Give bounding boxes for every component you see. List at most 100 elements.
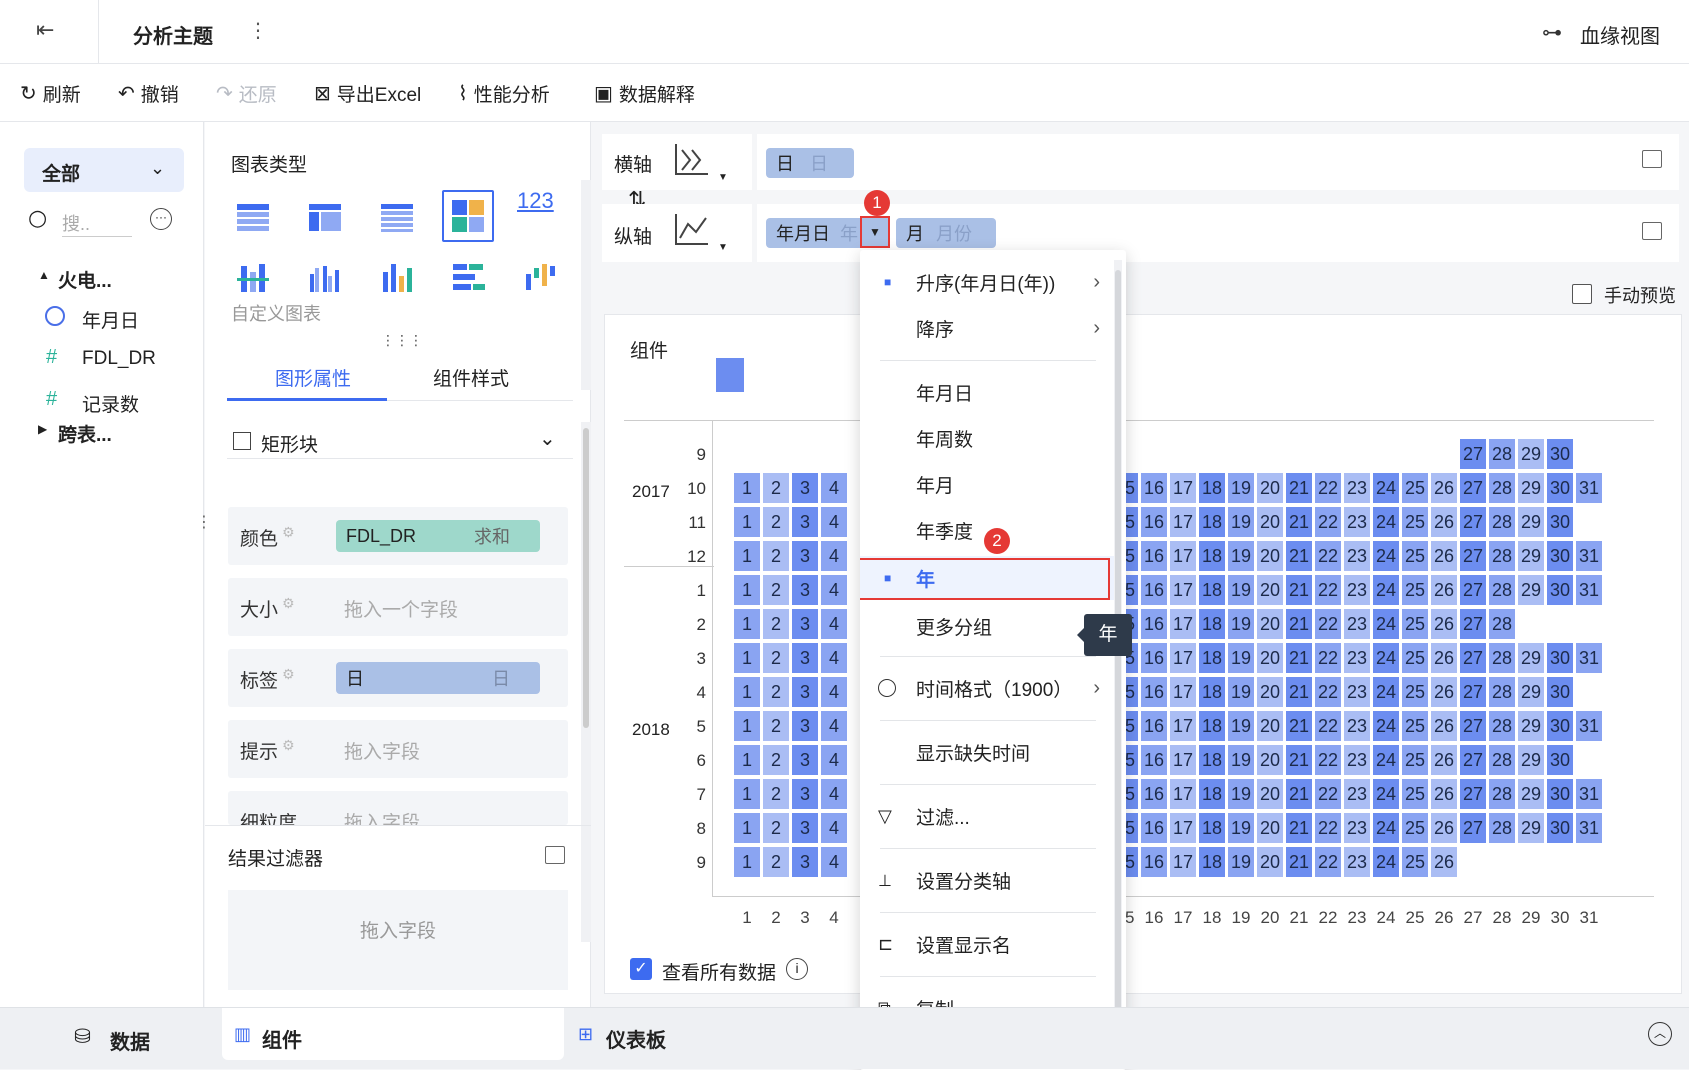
bar-chart-icon[interactable] (377, 258, 417, 298)
heatmap-cell[interactable]: 28 (1488, 778, 1516, 810)
heatmap-cell[interactable]: 20 (1256, 676, 1284, 708)
label-field-pill[interactable]: 日日 (336, 662, 540, 694)
heatmap-cell[interactable]: 16 (1140, 472, 1168, 504)
heatmap-cell[interactable]: 20 (1256, 710, 1284, 742)
heatmap-cell[interactable]: 24 (1372, 608, 1400, 640)
heatmap-cell[interactable]: 20 (1256, 540, 1284, 572)
scrollbar[interactable] (581, 422, 591, 942)
heatmap-cell[interactable]: 16 (1140, 846, 1168, 878)
heatmap-cell[interactable]: 18 (1198, 846, 1226, 878)
heatmap-cell[interactable]: 16 (1140, 506, 1168, 538)
heatmap-cell[interactable]: 20 (1256, 608, 1284, 640)
heatmap-cell[interactable]: 30 (1546, 438, 1574, 470)
heatmap-cell[interactable]: 25 (1401, 846, 1429, 878)
heatmap-cell[interactable]: 21 (1285, 540, 1313, 572)
heatmap-cell[interactable]: 30 (1546, 676, 1574, 708)
heatmap-cell[interactable]: 29 (1517, 506, 1545, 538)
heatmap-cell[interactable]: 2 (762, 540, 790, 572)
heatmap-cell[interactable]: 24 (1372, 676, 1400, 708)
heatmap-cell[interactable]: 27 (1459, 744, 1487, 776)
redo-button[interactable]: ↷ 还原 (216, 78, 277, 108)
heatmap-cell[interactable]: 27 (1459, 438, 1487, 470)
heatmap-cell[interactable]: 29 (1517, 676, 1545, 708)
heatmap-cell[interactable]: 27 (1459, 710, 1487, 742)
heatmap-cell[interactable]: 3 (791, 642, 819, 674)
gear-icon[interactable]: ⚙ (282, 738, 295, 754)
heatmap-cell[interactable]: 24 (1372, 744, 1400, 776)
heatmap-cell[interactable]: 25 (1401, 676, 1429, 708)
heatmap-cell[interactable]: 29 (1517, 744, 1545, 776)
scrollbar[interactable] (581, 180, 591, 390)
heatmap-cell[interactable]: 24 (1372, 506, 1400, 538)
heatmap-cell[interactable]: 21 (1285, 506, 1313, 538)
heatmap-cell[interactable]: 2 (762, 744, 790, 776)
heatmap-cell[interactable]: 2 (762, 472, 790, 504)
heatmap-cell[interactable]: 26 (1430, 676, 1458, 708)
heatmap-cell[interactable]: 19 (1227, 642, 1255, 674)
heatmap-cell[interactable]: 3 (791, 846, 819, 878)
cross-table-icon[interactable] (305, 198, 345, 238)
heatmap-cell[interactable]: 17 (1169, 710, 1197, 742)
heatmap-cell[interactable]: 16 (1140, 744, 1168, 776)
heatmap-cell[interactable]: 28 (1488, 710, 1516, 742)
filter-settings-icon[interactable] (545, 846, 565, 864)
explain-button[interactable]: ▣ 数据解释 (594, 78, 695, 108)
heatmap-cell[interactable]: 30 (1546, 574, 1574, 606)
menu-filter[interactable]: ▽ 过滤... (860, 794, 1114, 838)
tab-dashboard[interactable]: 仪表板 (606, 1024, 666, 1053)
heatmap-cell[interactable]: 26 (1430, 642, 1458, 674)
heatmap-cell[interactable]: 29 (1517, 540, 1545, 572)
heatmap-cell[interactable]: 3 (791, 472, 819, 504)
heatmap-cell[interactable]: 23 (1343, 744, 1371, 776)
heatmap-cell[interactable]: 25 (1401, 506, 1429, 538)
heatmap-cell[interactable]: 22 (1314, 778, 1342, 810)
menu-more-grouping[interactable]: 更多分组 (860, 604, 1114, 648)
heatmap-cell[interactable]: 16 (1140, 540, 1168, 572)
heatmap-cell[interactable]: 22 (1314, 574, 1342, 606)
heatmap-cell[interactable]: 21 (1285, 676, 1313, 708)
collapse-up-icon[interactable]: ︿ (1648, 1022, 1672, 1046)
heatmap-cell[interactable]: 20 (1256, 642, 1284, 674)
heatmap-cell[interactable]: 25 (1401, 710, 1429, 742)
heatmap-chart-icon[interactable] (448, 196, 488, 236)
result-filter-drop-zone[interactable]: 拖入字段 (228, 890, 568, 990)
heatmap-cell[interactable]: 31 (1575, 778, 1603, 810)
heatmap-cell[interactable]: 1 (733, 608, 761, 640)
heatmap-cell[interactable]: 23 (1343, 608, 1371, 640)
search-input[interactable]: 搜.. (62, 210, 132, 237)
view-all-checkbox[interactable]: ✓ (630, 958, 652, 980)
pill-dropdown-button[interactable]: ▼ (860, 216, 890, 248)
heatmap-cell[interactable]: 1 (733, 846, 761, 878)
menu-group-yearweek[interactable]: 年周数 (860, 416, 1114, 460)
heatmap-cell[interactable]: 27 (1459, 506, 1487, 538)
heatmap-cell[interactable]: 27 (1459, 608, 1487, 640)
heatmap-cell[interactable]: 22 (1314, 540, 1342, 572)
heatmap-cell[interactable]: 1 (733, 574, 761, 606)
axis-settings-icon[interactable] (1642, 150, 1662, 168)
gear-icon[interactable]: ⚙ (282, 596, 295, 612)
heatmap-cell[interactable]: 28 (1488, 472, 1516, 504)
expand-icon[interactable]: ▶ (38, 422, 47, 436)
heatmap-cell[interactable]: 17 (1169, 608, 1197, 640)
heatmap-cell[interactable]: 19 (1227, 540, 1255, 572)
undo-button[interactable]: ↶ 撤销 (118, 78, 179, 108)
scatter-bar-icon[interactable] (233, 258, 273, 298)
heatmap-cell[interactable]: 22 (1314, 846, 1342, 878)
heatmap-cell[interactable]: 28 (1488, 642, 1516, 674)
heatmap-cell[interactable]: 18 (1198, 506, 1226, 538)
field-date[interactable]: 年月日 (82, 306, 139, 333)
heatmap-cell[interactable]: 1 (733, 744, 761, 776)
heatmap-cell[interactable]: 25 (1401, 472, 1429, 504)
heatmap-cell[interactable]: 26 (1430, 812, 1458, 844)
heatmap-cell[interactable]: 19 (1227, 710, 1255, 742)
heatmap-cell[interactable]: 21 (1285, 574, 1313, 606)
heatmap-cell[interactable]: 21 (1285, 744, 1313, 776)
heatmap-cell[interactable]: 27 (1459, 540, 1487, 572)
heatmap-cell[interactable]: 29 (1517, 778, 1545, 810)
heatmap-cell[interactable]: 28 (1488, 744, 1516, 776)
heatmap-cell[interactable]: 4 (820, 472, 848, 504)
heatmap-cell[interactable]: 19 (1227, 676, 1255, 708)
heatmap-cell[interactable]: 1 (733, 676, 761, 708)
heatmap-cell[interactable]: 17 (1169, 676, 1197, 708)
heatmap-cell[interactable]: 4 (820, 778, 848, 810)
